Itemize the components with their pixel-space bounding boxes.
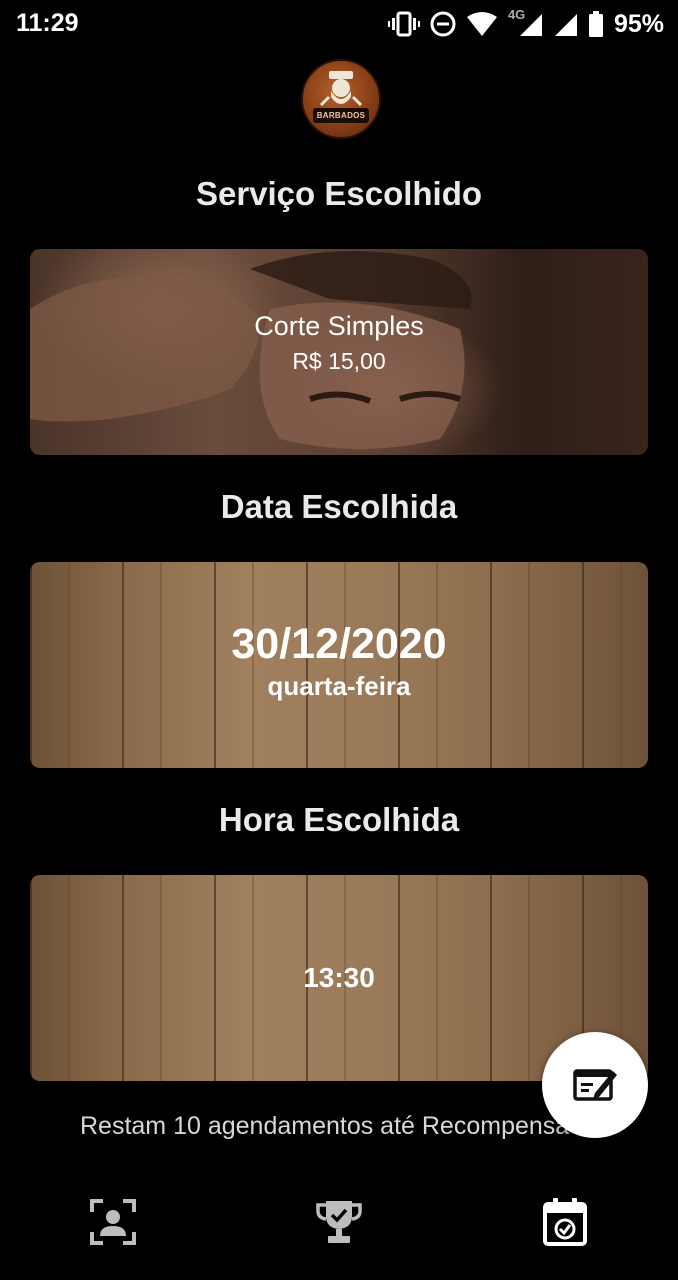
date-weekday: quarta-feira: [267, 671, 411, 701]
time-section-title: Hora Escolhida: [218, 801, 460, 838]
cell-signal-icon: [519, 14, 542, 36]
status-icons: 4G 95%: [387, 7, 664, 40]
trophy-icon: [316, 1201, 362, 1243]
vibrate-icon: [387, 11, 420, 37]
profile-icon: [90, 1199, 136, 1245]
bottom-navigation: [0, 1180, 678, 1280]
nav-rewards[interactable]: [311, 1194, 367, 1250]
cell-signal: 4G: [508, 7, 544, 37]
battery-percent: 95%: [613, 9, 664, 38]
service-card-content: Corte Simples R$ 15,00: [30, 249, 648, 455]
service-name: Corte Simples: [254, 311, 424, 341]
barber-logo: BARBADOS: [301, 59, 381, 139]
service-card[interactable]: Corte Simples R$ 15,00: [30, 249, 648, 455]
edit-icon: [573, 1069, 617, 1101]
battery-icon: [588, 11, 603, 37]
status-bar: 11:29 4G 95%: [0, 0, 678, 48]
service-price: R$ 15,00: [292, 348, 386, 374]
barber-face-icon: [319, 71, 363, 107]
calendar-check-icon: [543, 1198, 587, 1246]
date-card-content: 30/12/2020 quarta-feira: [30, 562, 648, 768]
date-value: 30/12/2020: [231, 620, 447, 668]
time-value: 13:30: [303, 962, 375, 993]
nav-appointments[interactable]: [537, 1194, 593, 1250]
date-section-title: Data Escolhida: [220, 488, 458, 525]
status-time: 11:29: [16, 9, 79, 37]
cell-signal-2-icon: [554, 14, 577, 36]
edit-appointment-button[interactable]: [542, 1032, 648, 1138]
logo-text: BARBADOS: [313, 108, 369, 123]
reward-remaining-text: Restam 10 agendamentos até Recompensa: [80, 1112, 570, 1140]
service-section-title: Serviço Escolhido: [195, 175, 483, 212]
do-not-disturb-icon: [430, 11, 456, 37]
nav-profile[interactable]: [85, 1194, 141, 1250]
wifi-icon: [466, 12, 497, 36]
date-card[interactable]: 30/12/2020 quarta-feira: [30, 562, 648, 768]
